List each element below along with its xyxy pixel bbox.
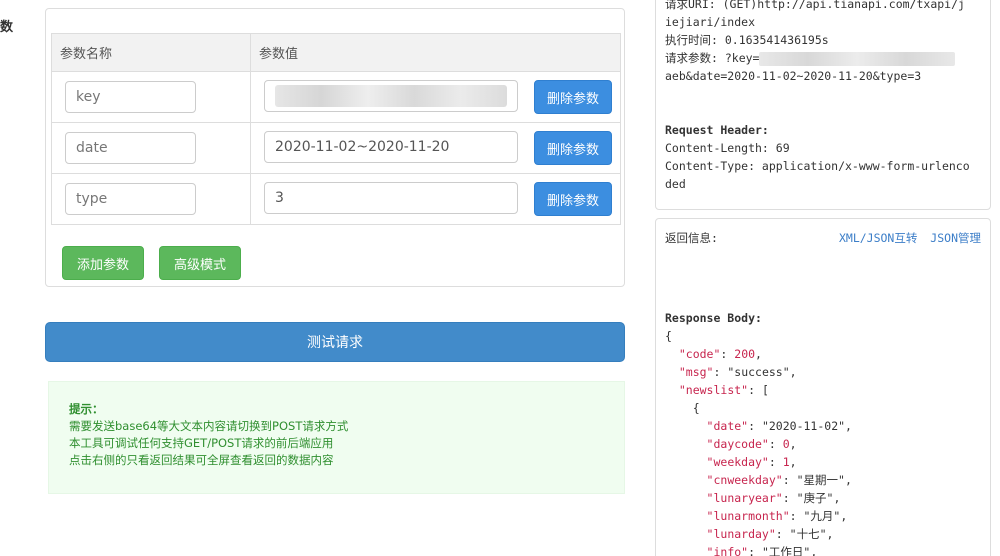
- param-value-input-key[interactable]: [264, 80, 518, 112]
- redacted-value: [275, 85, 507, 107]
- param-panel: 参数名称 参数值 key 删除参数 date 2020-11-02~2020-1…: [45, 8, 625, 287]
- json-line: "msg": "success",: [678, 365, 797, 379]
- request-params-line2: aeb&date=2020-11-02~2020-11-20&type=3: [665, 69, 922, 83]
- header-content-length: Content-Length: 69: [665, 141, 790, 155]
- json-line: "weekday": 1,: [706, 455, 797, 469]
- param-name-input-date[interactable]: date: [65, 132, 196, 164]
- col-value-header: 参数值: [250, 33, 621, 72]
- exec-time: 执行时间: 0.163541436195s: [665, 33, 829, 47]
- tips-title: 提示：: [69, 402, 104, 416]
- redacted-key: [759, 51, 956, 66]
- json-line: "lunarmonth": "九月",: [706, 509, 848, 523]
- request-info-panel: 请求URI: (GET)http://api.tianapi.com/txapi…: [655, 0, 991, 210]
- col-name-header: 参数名称: [51, 33, 251, 72]
- request-uri-line1: 请求URI: (GET)http://api.tianapi.com/txapi…: [665, 0, 965, 11]
- param-name-input-key[interactable]: key: [65, 81, 196, 113]
- advanced-mode-button[interactable]: 高级模式: [159, 246, 241, 280]
- tip-line: 本工具可调试任何支持GET/POST请求的前后端应用: [69, 436, 334, 450]
- table-row: date 2020-11-02~2020-11-20 删除参数: [51, 122, 621, 174]
- test-request-button[interactable]: 测试请求: [45, 322, 625, 362]
- request-params-prefix: 请求参数: ?key=: [665, 51, 760, 65]
- response-label: 返回信息:: [665, 231, 718, 245]
- response-body-title: Response Body:: [665, 311, 762, 325]
- header-content-type: Content-Type: application/x-www-form-url…: [665, 159, 970, 173]
- json-line: "newslist": [: [678, 383, 769, 397]
- json-line: "lunaryear": "庚子",: [706, 491, 841, 505]
- json-line: "daycode": 0,: [706, 437, 797, 451]
- section-label: 数: [0, 20, 14, 35]
- json-line: {: [665, 401, 700, 415]
- table-header-row: 参数名称 参数值: [51, 33, 621, 72]
- param-name-input-type[interactable]: type: [65, 183, 196, 215]
- param-value-input-type[interactable]: 3: [264, 182, 518, 214]
- delete-param-button[interactable]: 删除参数: [534, 182, 612, 216]
- delete-param-button[interactable]: 删除参数: [534, 131, 612, 165]
- table-row: key 删除参数: [51, 71, 621, 123]
- request-params-line1: 请求参数: ?key=: [665, 49, 981, 67]
- json-line: "lunarday": "十七",: [706, 527, 834, 541]
- tip-line: 需要发送base64等大文本内容请切换到POST请求方式: [69, 419, 349, 433]
- json-line: {: [665, 329, 672, 343]
- add-param-button[interactable]: 添加参数: [62, 246, 144, 280]
- param-value-input-date[interactable]: 2020-11-02~2020-11-20: [264, 131, 518, 163]
- table-row: type 3 删除参数: [51, 173, 621, 225]
- json-line: "code": 200,: [678, 347, 762, 361]
- json-line: "info": "工作日",: [706, 545, 818, 556]
- param-table: 参数名称 参数值 key 删除参数 date 2020-11-02~2020-1…: [51, 33, 621, 225]
- response-panel: 返回信息: XML/JSON互转 JSON管理 Response Body: {…: [655, 218, 991, 556]
- json-manage-link[interactable]: JSON管理: [930, 231, 981, 245]
- json-line: "cnweekday": "星期一",: [706, 473, 852, 487]
- tip-line: 点击右侧的只看返回结果可全屏查看返回的数据内容: [69, 453, 334, 467]
- tips-box: 提示： 需要发送base64等大文本内容请切换到POST请求方式 本工具可调试任…: [48, 381, 625, 494]
- header-content-type-cont: ded: [665, 177, 686, 191]
- delete-param-button[interactable]: 删除参数: [534, 80, 612, 114]
- xml-json-convert-link[interactable]: XML/JSON互转: [839, 231, 917, 245]
- request-header-title: Request Header:: [665, 123, 769, 137]
- json-line: "date": "2020-11-02",: [706, 419, 852, 433]
- request-uri-line2: iejiari/index: [665, 15, 756, 29]
